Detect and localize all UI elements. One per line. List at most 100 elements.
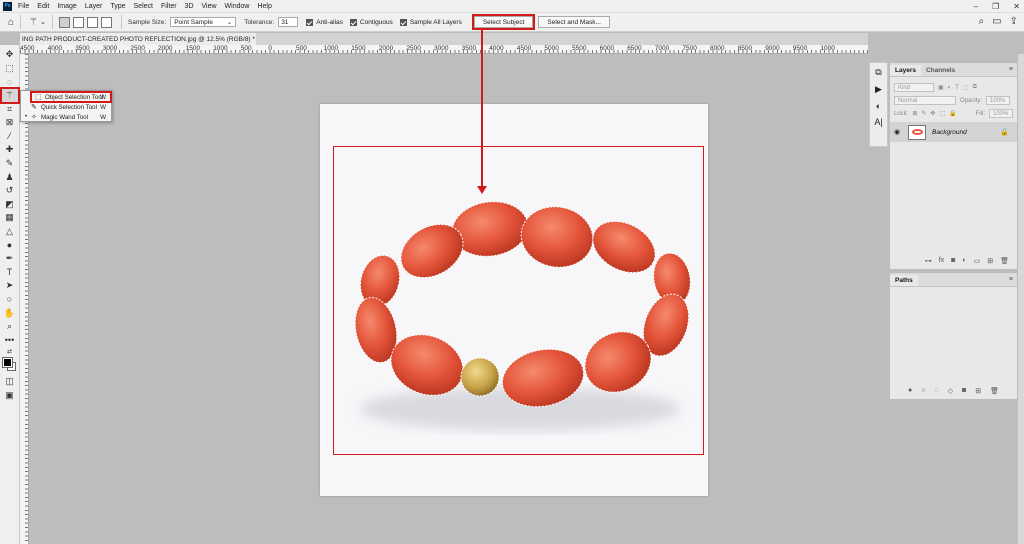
- brush-tool-icon[interactable]: ✎: [2, 157, 18, 171]
- share-icon[interactable]: ⇪: [1010, 16, 1018, 27]
- new-selection-button[interactable]: [58, 16, 70, 28]
- healing-brush-icon[interactable]: ✚: [2, 143, 18, 157]
- tolerance-input[interactable]: 31: [278, 17, 299, 27]
- lock-artboard-icon[interactable]: ⬚: [939, 110, 945, 117]
- blend-mode-select[interactable]: Normal: [894, 96, 956, 105]
- menu-edit[interactable]: Edit: [37, 3, 49, 10]
- fx-icon[interactable]: fx: [939, 257, 944, 265]
- magic-wand-tool-item[interactable]: • ✧ Magic Wand Tool W: [21, 112, 111, 122]
- panel-menu-icon[interactable]: ≡: [1009, 276, 1013, 283]
- close-window-button[interactable]: ✕: [1013, 2, 1020, 11]
- make-path-icon[interactable]: ◇: [948, 387, 953, 395]
- character-icon[interactable]: A|: [874, 117, 882, 127]
- link-layers-icon[interactable]: ⊶: [925, 257, 932, 265]
- marquee-tool-icon[interactable]: ⬚: [2, 62, 18, 76]
- fill-path-icon[interactable]: ●: [908, 387, 912, 395]
- select-and-mask-button[interactable]: Select and Mask...: [538, 16, 610, 28]
- tab-channels[interactable]: Channels: [921, 65, 960, 76]
- lock-pixels-icon[interactable]: ⊠: [912, 110, 917, 117]
- opacity-input[interactable]: 100%: [986, 96, 1011, 105]
- pixel-filter-icon[interactable]: ▣: [938, 84, 944, 91]
- workspace-icon[interactable]: ▭: [992, 16, 1001, 27]
- menu-file[interactable]: File: [18, 3, 29, 10]
- object-selection-tool-item[interactable]: ⬚ Object Selection Tool W: [30, 91, 112, 103]
- gradient-tool-icon[interactable]: ▦: [2, 211, 18, 225]
- tab-paths[interactable]: Paths: [890, 275, 918, 286]
- quick-selection-tool-item[interactable]: ✎ Quick Selection Tool W: [21, 102, 111, 112]
- tab-layers[interactable]: Layers: [890, 65, 921, 76]
- eyedropper-tool-icon[interactable]: ⁄: [2, 130, 18, 144]
- new-path-icon[interactable]: ⊞: [975, 387, 981, 395]
- document-tab[interactable]: ING PATH PRODUCT-CREATED PHOTO REFLECTIO…: [20, 33, 256, 45]
- add-mask-icon[interactable]: ◙: [951, 257, 955, 265]
- eraser-tool-icon[interactable]: ◩: [2, 198, 18, 212]
- lock-all-icon[interactable]: 🔒: [949, 110, 956, 117]
- horizontal-ruler[interactable]: 4500 4000 3500 3000 2500 2000 1500 1000 500 0 500 1…: [20, 45, 868, 54]
- menu-help[interactable]: Help: [257, 3, 271, 10]
- shape-tool-icon[interactable]: ○: [2, 293, 18, 307]
- menu-layer[interactable]: Layer: [85, 3, 103, 10]
- menu-view[interactable]: View: [202, 3, 217, 10]
- minimize-button[interactable]: –: [974, 2, 978, 11]
- restore-button[interactable]: ❐: [992, 2, 999, 11]
- layer-row-background[interactable]: ◉ Background 🔒: [890, 122, 1017, 142]
- sample-all-layers-checkbox[interactable]: Sample All Layers: [399, 18, 462, 26]
- fill-input[interactable]: 100%: [989, 109, 1013, 118]
- quick-mask-icon[interactable]: ◫: [2, 375, 18, 389]
- select-subject-button[interactable]: Select Subject: [471, 14, 536, 30]
- actions-play-icon[interactable]: ▶: [875, 84, 882, 95]
- chevron-down-icon[interactable]: ⌄: [40, 18, 46, 26]
- menu-image[interactable]: Image: [57, 3, 76, 10]
- swap-colors-icon[interactable]: ⇄: [2, 347, 18, 355]
- lock-position-icon[interactable]: ✥: [930, 110, 935, 117]
- screen-mode-icon[interactable]: ▣: [2, 389, 18, 403]
- type-filter-icon[interactable]: T: [955, 85, 959, 91]
- search-icon[interactable]: ⌕: [979, 16, 985, 27]
- subtract-from-selection-button[interactable]: [86, 16, 98, 28]
- lasso-tool-icon[interactable]: ◌: [2, 75, 18, 89]
- magic-wand-tool-preset-icon[interactable]: ⚚: [29, 17, 38, 28]
- add-to-selection-button[interactable]: [72, 16, 84, 28]
- frame-tool-icon[interactable]: ⊠: [2, 116, 18, 130]
- zoom-tool-icon[interactable]: ⌕: [2, 320, 18, 334]
- anti-alias-checkbox[interactable]: Anti-alias: [306, 18, 343, 26]
- move-tool-icon[interactable]: ✥: [2, 48, 18, 62]
- vertical-scrollbar[interactable]: [1018, 54, 1024, 544]
- hand-tool-icon[interactable]: ✋: [2, 306, 18, 320]
- panel-menu-icon[interactable]: ≡: [1009, 66, 1013, 73]
- new-adjustment-icon[interactable]: ◐: [962, 257, 966, 265]
- delete-path-icon[interactable]: 🗑: [990, 387, 999, 395]
- load-selection-icon[interactable]: ◌: [934, 387, 938, 395]
- sample-size-select[interactable]: Point Sample ⌄: [170, 17, 237, 27]
- menu-3d[interactable]: 3D: [185, 3, 194, 10]
- home-icon[interactable]: ⌂: [8, 17, 14, 28]
- new-layer-icon[interactable]: ⊞: [987, 257, 993, 265]
- lock-paint-icon[interactable]: ✎: [921, 110, 926, 117]
- contiguous-checkbox[interactable]: Contiguous: [349, 18, 393, 26]
- foreground-color-swatch[interactable]: [1, 357, 13, 369]
- type-tool-icon[interactable]: T: [2, 266, 18, 280]
- menu-type[interactable]: Type: [110, 3, 125, 10]
- pen-tool-icon[interactable]: ✒: [2, 252, 18, 266]
- history-icon[interactable]: ⧉: [875, 67, 881, 78]
- history-brush-icon[interactable]: ↺: [2, 184, 18, 198]
- blur-tool-icon[interactable]: △: [2, 225, 18, 239]
- smart-object-filter-icon[interactable]: ⧉: [973, 84, 977, 91]
- dodge-tool-icon[interactable]: ●: [2, 238, 18, 252]
- visibility-eye-icon[interactable]: ◉: [894, 128, 908, 136]
- stroke-path-icon[interactable]: ○: [921, 387, 925, 395]
- color-swatches[interactable]: [1, 357, 18, 373]
- menu-filter[interactable]: Filter: [161, 3, 177, 10]
- path-selection-icon[interactable]: ➤: [2, 279, 18, 293]
- new-group-icon[interactable]: ▭: [974, 257, 981, 265]
- magic-wand-tool-icon[interactable]: ⚚: [0, 86, 20, 105]
- adjustment-filter-icon[interactable]: ◐: [948, 85, 952, 91]
- menu-select[interactable]: Select: [134, 3, 153, 10]
- menu-window[interactable]: Window: [225, 3, 250, 10]
- delete-layer-icon[interactable]: 🗑: [1000, 257, 1009, 265]
- kind-filter-select[interactable]: Kind: [894, 83, 934, 92]
- more-tools-icon[interactable]: •••: [2, 333, 18, 347]
- crop-tool-icon[interactable]: ⌗: [2, 102, 18, 116]
- adjustments-icon[interactable]: ◐: [876, 101, 881, 111]
- clone-stamp-icon[interactable]: ♟: [2, 170, 18, 184]
